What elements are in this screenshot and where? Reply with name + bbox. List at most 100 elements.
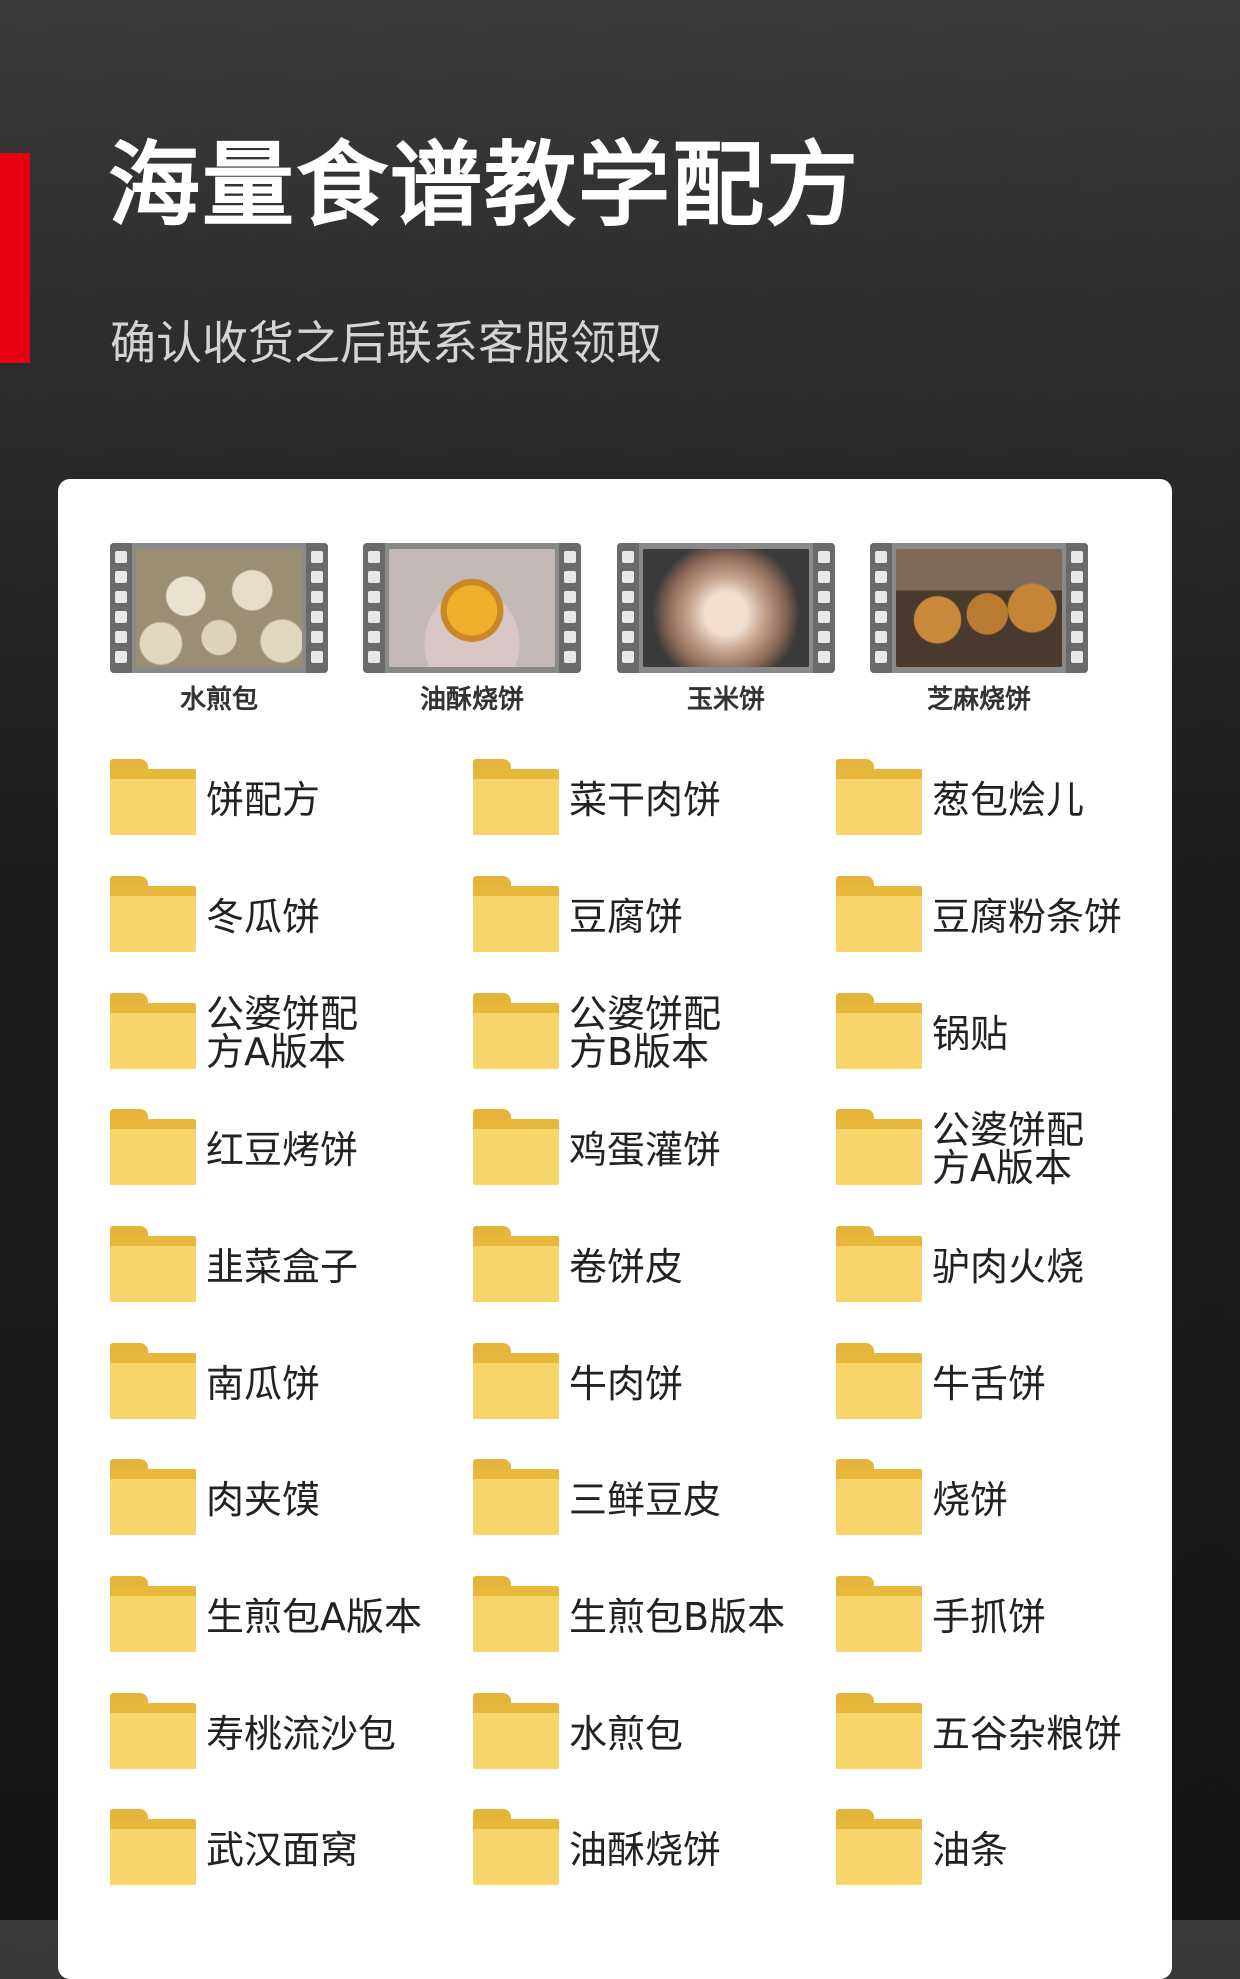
folder-item[interactable]: 油酥烧饼 (473, 1809, 813, 1889)
folder-label: 寿桃流沙包 (206, 1712, 397, 1756)
folder-label: 武汉面窝 (206, 1828, 359, 1872)
folder-item[interactable]: 烧饼 (836, 1459, 1176, 1539)
video-caption: 油酥烧饼 (419, 685, 524, 715)
folder-label: 牛肉饼 (569, 1362, 684, 1406)
folder-icon (473, 876, 559, 952)
folder-label: 烧饼 (932, 1478, 1009, 1522)
folder-label: 油酥烧饼 (569, 1828, 722, 1872)
folder-item[interactable]: 牛舌饼 (836, 1343, 1176, 1423)
folder-icon (836, 1693, 922, 1769)
folder-label: 驴肉火烧 (932, 1245, 1085, 1289)
folder-icon (473, 1809, 559, 1885)
folder-item[interactable]: 冬瓜饼 (110, 876, 450, 956)
folder-icon (836, 993, 922, 1069)
folder-label: 生煎包B版本 (569, 1595, 786, 1639)
folder-label: 豆腐粉条饼 (932, 895, 1123, 939)
folder-item[interactable]: 驴肉火烧 (836, 1226, 1176, 1306)
folder-label: 红豆烤饼 (206, 1128, 359, 1172)
folder-label: 韭菜盒子 (206, 1245, 359, 1289)
folder-label: 三鲜豆皮 (569, 1478, 722, 1522)
folder-icon (473, 1576, 559, 1652)
folder-item[interactable]: 公婆饼配方B版本 (473, 993, 813, 1073)
folder-label: 油条 (932, 1828, 1009, 1872)
folder-icon (836, 1459, 922, 1535)
folder-icon (110, 993, 196, 1069)
folder-item[interactable]: 三鲜豆皮 (473, 1459, 813, 1539)
folder-item[interactable]: 生煎包B版本 (473, 1576, 813, 1656)
folder-item[interactable]: 油条 (836, 1809, 1176, 1889)
folder-item[interactable]: 公婆饼配方A版本 (110, 993, 450, 1073)
folder-icon (836, 1576, 922, 1652)
folder-label: 水煎包 (569, 1712, 684, 1756)
video-caption: 玉米饼 (686, 685, 765, 715)
folder-label: 公婆饼配方A版本 (932, 1108, 1085, 1190)
video-caption: 芝麻烧饼 (926, 685, 1031, 715)
folder-icon (473, 1693, 559, 1769)
folder-icon (110, 1809, 196, 1885)
page-title: 海量食谱教学配方 (108, 132, 861, 239)
folder-icon (473, 759, 559, 835)
folder-item[interactable]: 葱包烩儿 (836, 759, 1176, 839)
folder-item[interactable]: 肉夹馍 (110, 1459, 450, 1539)
folder-label: 豆腐饼 (569, 895, 684, 939)
folder-label: 葱包烩儿 (932, 778, 1085, 822)
folder-icon (836, 876, 922, 952)
folder-icon (836, 1109, 922, 1185)
folder-label: 卷饼皮 (569, 1245, 684, 1289)
folder-item[interactable]: 公婆饼配方A版本 (836, 1109, 1176, 1189)
folder-label: 手抓饼 (932, 1595, 1047, 1639)
folder-icon (473, 1459, 559, 1535)
folder-item[interactable]: 鸡蛋灌饼 (473, 1109, 813, 1189)
folder-label: 公婆饼配方A版本 (206, 992, 359, 1074)
folder-item[interactable]: 锅贴 (836, 993, 1176, 1073)
folder-item[interactable]: 南瓜饼 (110, 1343, 450, 1423)
folder-label: 五谷杂粮饼 (932, 1712, 1123, 1756)
folder-label: 锅贴 (932, 1012, 1009, 1056)
folder-label: 菜干肉饼 (569, 778, 722, 822)
folder-icon (473, 1226, 559, 1302)
folder-label: 鸡蛋灌饼 (569, 1128, 722, 1172)
folder-item[interactable]: 菜干肉饼 (473, 759, 813, 839)
folder-item[interactable]: 红豆烤饼 (110, 1109, 450, 1189)
folder-item[interactable]: 卷饼皮 (473, 1226, 813, 1306)
folder-icon (473, 1343, 559, 1419)
video-thumbnail-yumibing[interactable] (617, 543, 835, 673)
folder-label: 公婆饼配方B版本 (569, 992, 722, 1074)
folder-item[interactable]: 生煎包A版本 (110, 1576, 450, 1656)
page-subtitle: 确认收货之后联系客服领取 (110, 316, 662, 370)
folder-icon (836, 759, 922, 835)
folder-icon (836, 1809, 922, 1885)
folder-icon (110, 759, 196, 835)
accent-bar (0, 153, 30, 363)
video-caption: 水煎包 (179, 685, 258, 715)
folder-item[interactable]: 武汉面窝 (110, 1809, 450, 1889)
folder-item[interactable]: 寿桃流沙包 (110, 1693, 450, 1773)
video-thumbnail-yousushaobing[interactable] (363, 543, 581, 673)
folder-label: 肉夹馍 (206, 1478, 321, 1522)
folder-icon (836, 1343, 922, 1419)
video-thumbnail-zhimashaobing[interactable] (870, 543, 1088, 673)
folder-item[interactable]: 韭菜盒子 (110, 1226, 450, 1306)
folder-icon (110, 1226, 196, 1302)
folder-icon (110, 876, 196, 952)
folder-icon (110, 1576, 196, 1652)
folder-label: 冬瓜饼 (206, 895, 321, 939)
folder-item[interactable]: 豆腐饼 (473, 876, 813, 956)
folder-label: 牛舌饼 (932, 1362, 1047, 1406)
folder-item[interactable]: 饼配方 (110, 759, 450, 839)
folder-item[interactable]: 牛肉饼 (473, 1343, 813, 1423)
folder-item[interactable]: 手抓饼 (836, 1576, 1176, 1656)
folder-icon (473, 993, 559, 1069)
folder-icon (836, 1226, 922, 1302)
folder-label: 饼配方 (206, 778, 321, 822)
folder-icon (110, 1693, 196, 1769)
folder-item[interactable]: 五谷杂粮饼 (836, 1693, 1176, 1773)
folder-label: 南瓜饼 (206, 1362, 321, 1406)
folder-icon (473, 1109, 559, 1185)
video-thumbnail-shuijianbao[interactable] (110, 543, 328, 673)
folder-item[interactable]: 豆腐粉条饼 (836, 876, 1176, 956)
folder-icon (110, 1343, 196, 1419)
recipe-card: 水煎包 油酥烧饼 玉米饼 芝麻烧饼 饼配方 菜干肉饼 葱包烩儿冬瓜饼 豆腐饼 豆腐粉条饼… (58, 479, 1172, 1979)
folder-item[interactable]: 水煎包 (473, 1693, 813, 1773)
folder-label: 生煎包A版本 (206, 1595, 422, 1639)
